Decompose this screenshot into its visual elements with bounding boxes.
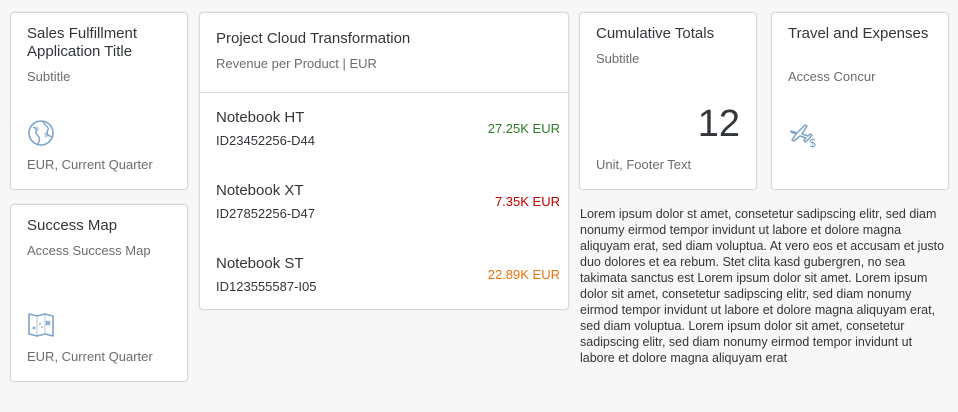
tile-subtitle: Access Concur — [788, 69, 876, 84]
tile-footer: Unit, Footer Text — [596, 157, 692, 172]
cumulative-totals-tile[interactable]: Cumulative Totals Subtitle 12 Unit, Foot… — [579, 12, 757, 190]
card-title: Project Cloud Transformation — [216, 30, 411, 47]
tile-subtitle: Access Success Map — [27, 243, 151, 258]
tile-footer: EUR, Current Quarter — [27, 349, 153, 364]
product-value: 7.35K EUR — [494, 194, 560, 209]
tile-subtitle: Subtitle — [596, 51, 640, 66]
map-icon — [27, 311, 55, 339]
product-value: 22.89K EUR — [487, 267, 560, 282]
kpi-value: 12 — [697, 103, 740, 145]
tile-subtitle: Subtitle — [27, 69, 71, 84]
list-item[interactable]: Notebook HT ID23452256-D44 27.25K EUR — [200, 109, 568, 169]
tile-title: Cumulative Totals — [596, 25, 715, 42]
product-id: ID23452256-D44 — [216, 133, 316, 148]
travel-expense-icon: $ — [788, 117, 820, 149]
product-title: Notebook HT — [216, 109, 305, 126]
sales-fulfillment-tile[interactable]: Sales Fulfillment Application Title Subt… — [10, 12, 188, 190]
tile-title: Travel and Expenses — [788, 25, 929, 42]
list-item[interactable]: Notebook ST ID123555587-I05 22.89K EUR — [200, 255, 568, 315]
travel-expenses-tile[interactable]: Travel and Expenses Access Concur $ — [771, 12, 949, 190]
product-id: ID123555587-I05 — [216, 279, 317, 294]
tile-title: Sales Fulfillment Application Title — [27, 25, 138, 60]
product-value: 27.25K EUR — [487, 121, 560, 136]
success-map-tile[interactable]: Success Map Access Success Map EUR, Curr… — [10, 204, 188, 382]
svg-text:$: $ — [809, 136, 817, 149]
globe-icon — [27, 119, 55, 147]
tile-footer: EUR, Current Quarter — [27, 157, 153, 172]
tile-title: Success Map — [27, 217, 118, 234]
product-title: Notebook XT — [216, 182, 304, 199]
product-id: ID27852256-D47 — [216, 206, 316, 221]
card-subtitle: Revenue per Product | EUR — [216, 56, 377, 71]
project-cloud-card: Project Cloud Transformation Revenue per… — [199, 12, 569, 310]
product-title: Notebook ST — [216, 255, 304, 272]
list-item[interactable]: Notebook XT ID27852256-D47 7.35K EUR — [200, 182, 568, 242]
description-text: Lorem ipsum dolor st amet, consetetur sa… — [580, 207, 945, 365]
card-header[interactable]: Project Cloud Transformation Revenue per… — [200, 13, 568, 93]
